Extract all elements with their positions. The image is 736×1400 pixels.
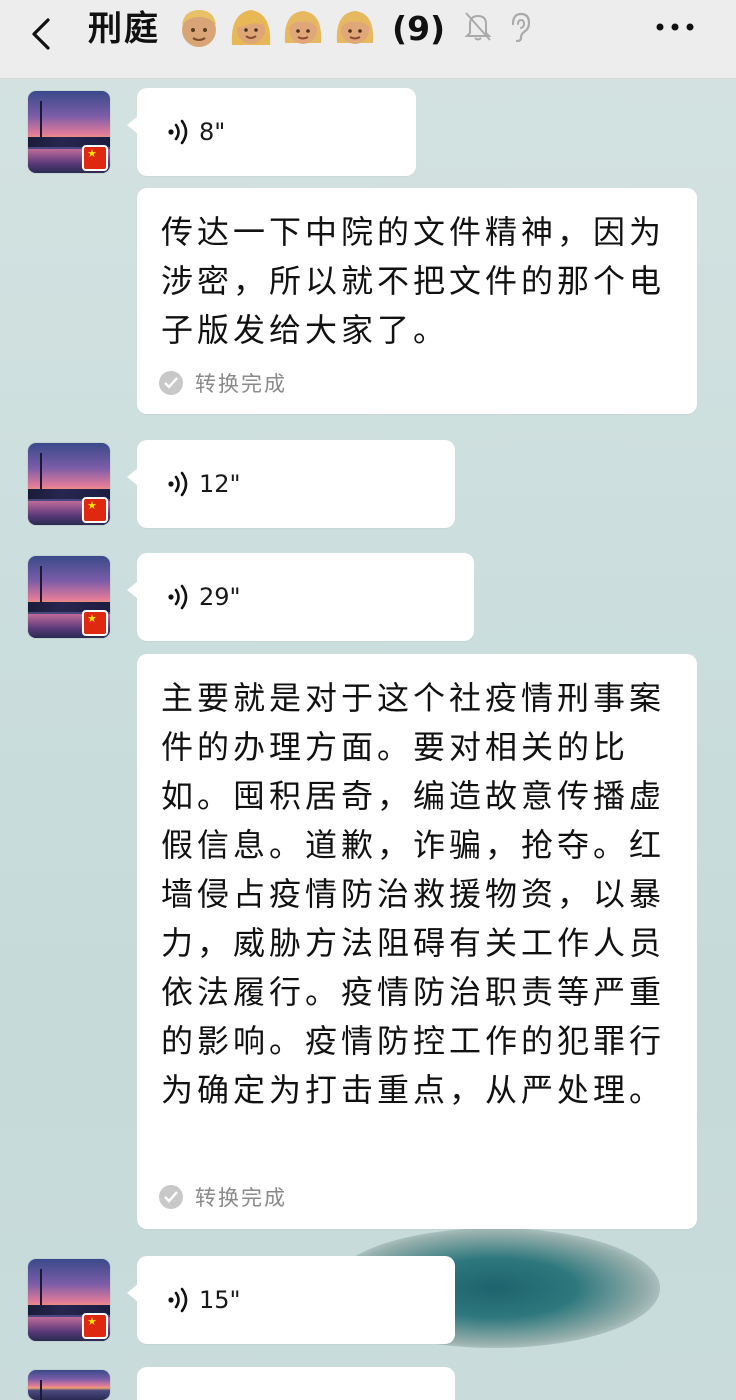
transcript-text: 主要就是对于这个社疫情刑事案件的办理方面。要对相关的比如。囤积居奇，编造故意传播… bbox=[161, 679, 666, 1109]
title-emoji-row bbox=[176, 5, 378, 53]
voice-message-bubble[interactable]: 29" bbox=[127, 553, 474, 641]
check-icon bbox=[159, 1185, 183, 1209]
voice-duration: 15" bbox=[199, 1286, 241, 1314]
ear-icon bbox=[511, 12, 531, 43]
more-icon[interactable] bbox=[654, 20, 696, 34]
voice-message-bubble[interactable] bbox=[137, 1367, 455, 1400]
transcript-status: 转换完成 bbox=[195, 1186, 287, 1210]
voice-wave-icon bbox=[168, 471, 188, 497]
sender-avatar[interactable]: ★ bbox=[28, 556, 110, 638]
transcript-bubble[interactable]: 传达一下中院的文件精神，因为涉密，所以就不把文件的那个电子版发给大家了。 转换完… bbox=[137, 188, 697, 414]
mute-icon bbox=[464, 12, 492, 41]
sender-avatar[interactable] bbox=[28, 1370, 110, 1400]
voice-duration: 29" bbox=[199, 583, 241, 611]
voice-wave-icon bbox=[168, 1287, 188, 1313]
transcript-bubble[interactable]: 主要就是对于这个社疫情刑事案件的办理方面。要对相关的比如。囤积居奇，编造故意传播… bbox=[137, 654, 697, 1229]
girl-blond-icon bbox=[336, 11, 374, 44]
china-flag-icon: ★ bbox=[82, 610, 108, 636]
china-flag-icon: ★ bbox=[82, 1313, 108, 1339]
voice-duration: 12" bbox=[199, 470, 241, 498]
china-flag-icon: ★ bbox=[82, 497, 108, 523]
man-blond-icon bbox=[182, 10, 216, 47]
voice-message-bubble[interactable]: 15" bbox=[127, 1256, 455, 1344]
transcript-status: 转换完成 bbox=[195, 372, 287, 396]
sender-avatar[interactable]: ★ bbox=[28, 91, 110, 173]
woman-blond-icon bbox=[231, 10, 271, 45]
transcript-text: 传达一下中院的文件精神，因为涉密，所以就不把文件的那个电子版发给大家了。 bbox=[161, 213, 666, 349]
sender-avatar[interactable]: ★ bbox=[28, 443, 110, 525]
sender-avatar[interactable]: ★ bbox=[28, 1259, 110, 1341]
check-icon bbox=[159, 371, 183, 395]
voice-message-bubble[interactable]: 12" bbox=[127, 440, 455, 528]
china-flag-icon: ★ bbox=[82, 145, 108, 171]
voice-duration: 8" bbox=[199, 118, 226, 146]
group-title[interactable]: 刑庭 bbox=[88, 7, 160, 51]
voice-message-bubble[interactable]: 8" bbox=[127, 88, 416, 176]
chat-header: 刑庭 (9) bbox=[0, 0, 736, 79]
voice-wave-icon bbox=[168, 584, 188, 610]
girl-blond-icon bbox=[284, 11, 322, 44]
voice-wave-icon bbox=[168, 119, 188, 145]
member-count: (9) bbox=[392, 9, 446, 48]
back-icon[interactable] bbox=[22, 14, 62, 54]
